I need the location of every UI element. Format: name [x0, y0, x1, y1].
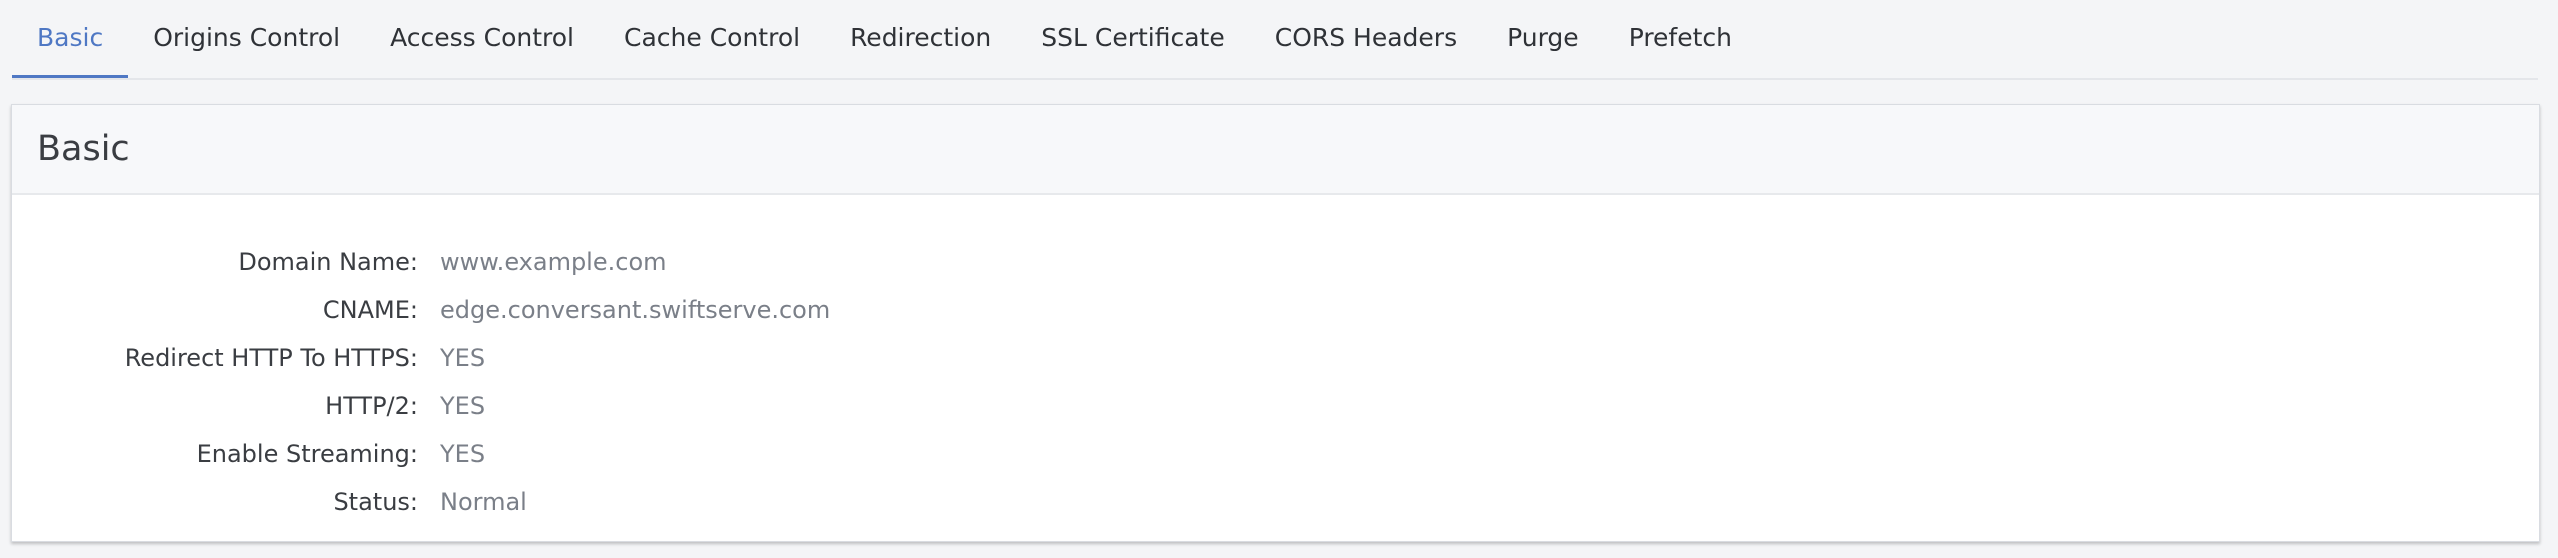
detail-row-domain-name: Domain Name: www.example.com: [12, 238, 2539, 286]
detail-value: YES: [440, 344, 486, 372]
detail-row-redirect-https: Redirect HTTP To HTTPS: YES: [12, 334, 2539, 382]
detail-value: YES: [440, 392, 486, 420]
detail-row-status: Status: Normal: [12, 478, 2539, 526]
tab-ssl-certificate[interactable]: SSL Certificate: [1016, 0, 1249, 76]
tab-redirection[interactable]: Redirection: [825, 0, 1016, 76]
detail-row-http2: HTTP/2: YES: [12, 382, 2539, 430]
detail-row-streaming: Enable Streaming: YES: [12, 430, 2539, 478]
tab-prefetch[interactable]: Prefetch: [1604, 0, 1757, 76]
tab-access-control[interactable]: Access Control: [365, 0, 599, 76]
detail-value: YES: [440, 440, 486, 468]
tab-cache-control[interactable]: Cache Control: [599, 0, 825, 76]
tab-cors-headers[interactable]: CORS Headers: [1250, 0, 1482, 76]
detail-label: HTTP/2:: [325, 392, 418, 420]
tab-basic[interactable]: Basic: [12, 0, 129, 78]
panel-header: Basic: [12, 105, 2539, 195]
detail-label: Status:: [333, 488, 418, 516]
tab-bar: Basic Origins Control Access Control Cac…: [12, 0, 2538, 80]
detail-row-cname: CNAME: edge.conversant.swiftserve.com: [12, 286, 2539, 334]
detail-label: Domain Name:: [238, 248, 418, 276]
detail-label: Enable Streaming:: [196, 440, 418, 468]
panel-title: Basic: [37, 129, 130, 169]
detail-value: Normal: [440, 488, 527, 516]
detail-value: edge.conversant.swiftserve.com: [440, 296, 831, 324]
basic-panel: Basic Domain Name: www.example.com CNAME…: [11, 104, 2540, 542]
tab-purge[interactable]: Purge: [1482, 0, 1604, 76]
detail-label: CNAME:: [322, 296, 418, 324]
detail-label: Redirect HTTP To HTTPS:: [124, 344, 418, 372]
details-list: Domain Name: www.example.com CNAME: edge…: [12, 195, 2539, 526]
detail-value: www.example.com: [440, 248, 667, 276]
tab-origins-control[interactable]: Origins Control: [128, 0, 365, 76]
